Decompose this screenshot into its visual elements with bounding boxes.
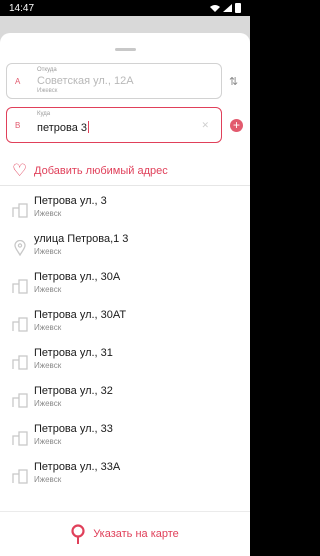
map-pin-icon: [71, 524, 85, 544]
building-icon: [12, 393, 28, 408]
list-item[interactable]: Петрова ул., 33 Ижевск: [0, 419, 250, 457]
suggestion-title: Петрова ул., 30АТ: [34, 309, 127, 321]
building-icon: [12, 317, 28, 332]
building-icon: [12, 431, 28, 446]
from-field[interactable]: A Откуда Советская ул., 12А Ижевск: [6, 63, 222, 99]
suggestion-city: Ижевск: [34, 209, 62, 218]
suggestion-city: Ижевск: [34, 285, 62, 294]
system-icons: [210, 3, 241, 13]
building-icon: [12, 469, 28, 484]
from-city: Ижевск: [37, 88, 58, 94]
suggestion-title: Петрова ул., 31: [34, 347, 113, 359]
suggestion-list: Петрова ул., 3 Ижевск улица Петрова,1 3 …: [0, 191, 250, 495]
suggestion-city: Ижевск: [34, 247, 62, 256]
to-input[interactable]: петрова 3: [37, 121, 89, 134]
swap-icon[interactable]: ⇅: [229, 75, 238, 88]
suggestion-title: Петрова ул., 32: [34, 385, 113, 397]
suggestion-city: Ижевск: [34, 323, 62, 332]
point-on-map-label: Указать на карте: [93, 528, 179, 540]
suggestion-city: Ижевск: [34, 437, 62, 446]
list-item[interactable]: Петрова ул., 30А Ижевск: [0, 267, 250, 305]
list-item[interactable]: Петрова ул., 32 Ижевск: [0, 381, 250, 419]
suggestion-title: Петрова ул., 3: [34, 195, 107, 207]
from-letter: A: [15, 77, 21, 86]
wifi-icon: [210, 5, 220, 12]
building-icon: [12, 355, 28, 370]
text-caret: [88, 121, 89, 133]
suggestion-title: Петрова ул., 33: [34, 423, 113, 435]
building-icon: [12, 203, 28, 218]
status-bar: 14:47: [0, 0, 250, 16]
status-time: 14:47: [9, 2, 35, 14]
clear-icon[interactable]: ✕: [201, 120, 209, 131]
list-item[interactable]: Петрова ул., 33А Ижевск: [0, 457, 250, 495]
to-field[interactable]: B Куда петрова 3 ✕: [6, 107, 222, 143]
heart-icon: ♡: [12, 161, 28, 180]
drag-handle[interactable]: [115, 48, 136, 51]
add-favorite-button[interactable]: ♡ Добавить любимый адрес: [0, 156, 250, 186]
suggestion-title: Петрова ул., 33А: [34, 461, 121, 473]
location-pin-icon: [14, 240, 26, 256]
list-item[interactable]: улица Петрова,1 3 Ижевск: [0, 229, 250, 267]
list-item[interactable]: Петрова ул., 3 Ижевск: [0, 191, 250, 229]
to-label: Куда: [37, 111, 51, 117]
list-item[interactable]: Петрова ул., 31 Ижевск: [0, 343, 250, 381]
add-favorite-label: Добавить любимый адрес: [34, 164, 168, 177]
signal-icon: [223, 4, 232, 12]
to-value: петрова 3: [37, 122, 87, 134]
add-stop-icon[interactable]: +: [230, 119, 243, 132]
list-item[interactable]: Петрова ул., 30АТ Ижевск: [0, 305, 250, 343]
point-on-map-button[interactable]: Указать на карте: [0, 511, 250, 556]
suggestion-title: Петрова ул., 30А: [34, 271, 121, 283]
suggestion-title: улица Петрова,1 3: [34, 233, 129, 245]
to-letter: B: [15, 121, 21, 130]
from-value: Советская ул., 12А: [37, 75, 134, 87]
building-icon: [12, 279, 28, 294]
route-sheet: A Откуда Советская ул., 12А Ижевск ⇅ B К…: [0, 33, 250, 556]
suggestion-city: Ижевск: [34, 399, 62, 408]
suggestion-city: Ижевск: [34, 361, 62, 370]
battery-icon: [235, 3, 241, 13]
from-label: Откуда: [37, 67, 57, 73]
suggestion-city: Ижевск: [34, 475, 62, 484]
